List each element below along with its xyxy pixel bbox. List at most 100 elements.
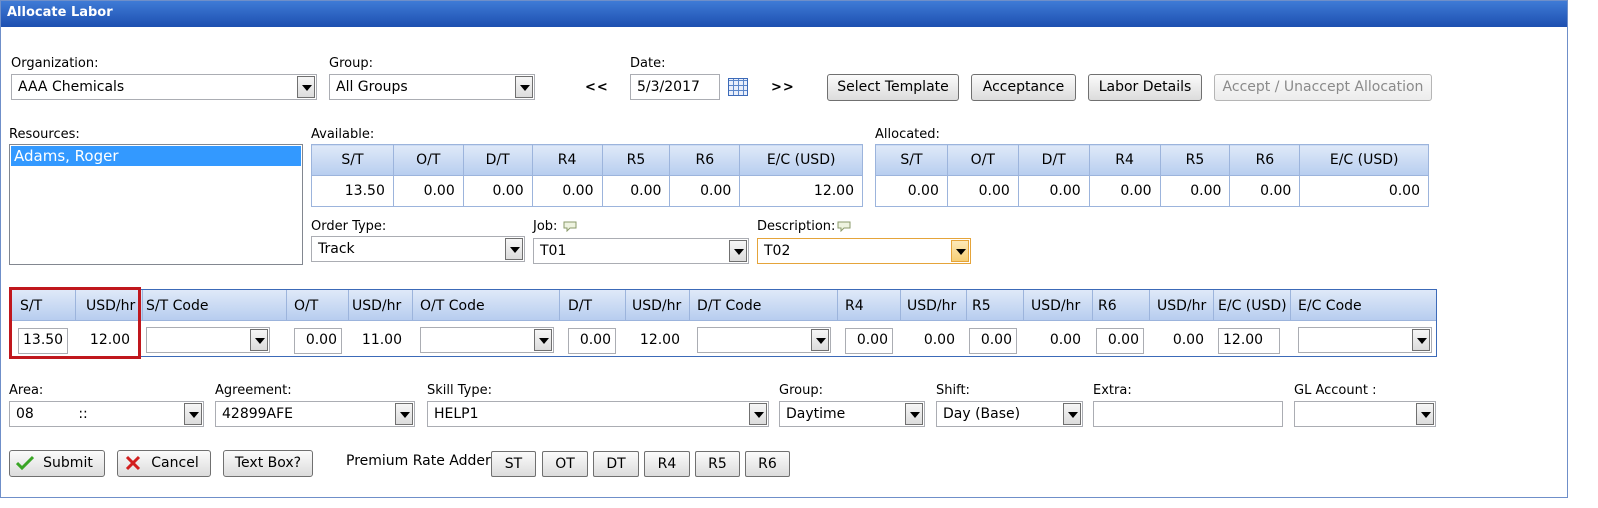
ec-code-select[interactable] [1298, 327, 1432, 353]
organization-label: Organization: [11, 56, 99, 71]
chevron-down-icon[interactable] [905, 403, 923, 425]
premium-r5-button[interactable]: R5 [695, 451, 740, 477]
order-type-select[interactable]: Track [311, 236, 525, 262]
order-type-label: Order Type: [311, 219, 387, 234]
next-date-link[interactable]: >> [771, 80, 795, 95]
chevron-down-icon[interactable] [184, 403, 202, 425]
chevron-down-icon[interactable] [250, 329, 268, 351]
premium-dt-button[interactable]: DT [593, 451, 639, 477]
order-type-value: Track [318, 241, 355, 257]
detail-group-select[interactable]: Daytime [779, 401, 925, 427]
table-cell: 0.00 [669, 175, 741, 207]
accept-unaccept-allocation-button[interactable]: Accept / Unaccept Allocation [1214, 74, 1432, 101]
col-header: E/C Code [1298, 298, 1362, 314]
chevron-down-icon[interactable] [1063, 403, 1081, 425]
table-cell: 0.00 [1088, 175, 1161, 207]
r5-rate-value: 0.00 [1049, 332, 1081, 348]
checkmark-icon [16, 455, 34, 471]
job-value: T01 [540, 243, 567, 259]
table-cell: 0.00 [1299, 175, 1429, 207]
labor-details-button[interactable]: Labor Details [1088, 74, 1202, 101]
chevron-down-icon[interactable] [729, 240, 747, 262]
cancel-button[interactable]: Cancel [117, 450, 211, 477]
gl-account-select[interactable] [1294, 401, 1436, 427]
job-select[interactable]: T01 [533, 238, 749, 264]
agreement-select[interactable]: 42899AFE [215, 401, 415, 427]
ot-hours-input[interactable]: 0.00 [294, 328, 342, 354]
col-header: S/T [875, 144, 948, 176]
shift-select[interactable]: Day (Base) [936, 401, 1083, 427]
r4-rate-value: 0.00 [923, 332, 955, 348]
chevron-down-icon[interactable] [297, 76, 315, 98]
detail-group-value: Daytime [786, 406, 846, 422]
chevron-down-icon[interactable] [395, 403, 413, 425]
calendar-icon[interactable] [728, 78, 748, 96]
cancel-label: Cancel [151, 455, 199, 471]
resources-label: Resources: [9, 127, 80, 142]
available-label: Available: [311, 127, 375, 142]
skill-type-select[interactable]: HELP1 [427, 401, 769, 427]
premium-st-button[interactable]: ST [491, 451, 536, 477]
col-header: R6 [1229, 144, 1301, 176]
col-header: USD/hr [1031, 298, 1081, 314]
col-header: O/T [946, 144, 1019, 176]
chevron-down-icon[interactable] [951, 240, 969, 262]
area-select[interactable]: 08 :: [9, 401, 204, 427]
premium-ot-button[interactable]: OT [542, 451, 588, 477]
chevron-down-icon[interactable] [1412, 329, 1430, 351]
chevron-down-icon[interactable] [515, 76, 533, 98]
dt-code-select[interactable] [697, 327, 831, 353]
chevron-down-icon[interactable] [505, 238, 523, 260]
premium-r6-button[interactable]: R6 [745, 451, 790, 477]
date-input[interactable]: 5/3/2017 [630, 74, 720, 100]
comment-icon[interactable] [563, 221, 577, 232]
resources-list[interactable]: Adams, Roger [9, 144, 303, 265]
st-code-select[interactable] [146, 327, 270, 353]
col-header: D/T [568, 298, 593, 314]
agreement-label: Agreement: [215, 383, 292, 398]
chevron-down-icon[interactable] [534, 329, 552, 351]
table-cell: 0.00 [875, 175, 948, 207]
col-header: USD/hr [632, 298, 682, 314]
resource-item[interactable]: Adams, Roger [11, 146, 301, 166]
chevron-down-icon[interactable] [749, 403, 767, 425]
col-header: O/T [294, 298, 319, 314]
extra-label: Extra: [1093, 383, 1132, 398]
text-box-button[interactable]: Text Box? [223, 450, 313, 477]
chevron-down-icon[interactable] [811, 329, 829, 351]
comment-icon[interactable] [837, 221, 851, 232]
table-cell: 0.00 [392, 175, 464, 207]
chevron-down-icon[interactable] [1416, 403, 1434, 425]
col-header: R5 [1159, 144, 1231, 176]
premium-r4-button[interactable]: R4 [644, 451, 690, 477]
allocated-label: Allocated: [875, 127, 940, 142]
allocated-table: S/T O/T D/T R4 R5 R6 E/C (USD) 0.00 0.00… [875, 144, 1429, 207]
available-table: S/T O/T D/T R4 R5 R6 E/C (USD) 13.50 0.0… [311, 144, 863, 207]
description-select[interactable]: T02 [757, 238, 971, 264]
st-rate-highlight [9, 287, 141, 359]
organization-select[interactable]: AAA Chemicals [11, 74, 317, 100]
group-select[interactable]: All Groups [329, 74, 535, 100]
table-cell: 0.00 [462, 175, 533, 207]
table-cell: 12.00 [739, 175, 863, 207]
ec-amount-input[interactable]: 12.00 [1218, 328, 1280, 354]
organization-value: AAA Chemicals [18, 79, 125, 95]
col-header: R4 [531, 144, 603, 176]
table-cell: 0.00 [1159, 175, 1231, 207]
col-header: USD/hr [352, 298, 402, 314]
col-header: R4 [845, 298, 864, 314]
dt-hours-input[interactable]: 0.00 [568, 328, 616, 354]
r6-hours-input[interactable]: 0.00 [1096, 328, 1144, 354]
submit-button[interactable]: Submit [9, 450, 105, 477]
ot-code-select[interactable] [420, 327, 554, 353]
select-template-button[interactable]: Select Template [827, 74, 959, 101]
extra-input[interactable] [1093, 401, 1283, 427]
allocate-labor-window: Allocate Labor Organization: AAA Chemica… [0, 0, 1568, 498]
col-header: R6 [1098, 298, 1117, 314]
table-cell: 0.00 [946, 175, 1019, 207]
r5-hours-input[interactable]: 0.00 [969, 328, 1017, 354]
group-label: Group: [329, 56, 373, 71]
acceptance-button[interactable]: Acceptance [971, 74, 1076, 101]
previous-date-link[interactable]: << [585, 80, 609, 95]
r4-hours-input[interactable]: 0.00 [845, 328, 893, 354]
